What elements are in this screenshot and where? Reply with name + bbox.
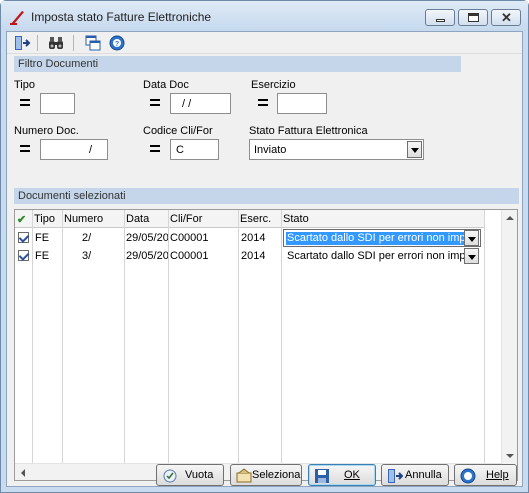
equals-operator-icon[interactable] [20, 145, 30, 152]
tipo-input[interactable] [40, 93, 75, 114]
esercizio-input[interactable] [277, 93, 327, 114]
minimize-button[interactable] [425, 9, 455, 26]
scroll-left-icon[interactable] [21, 469, 25, 477]
windows-icon[interactable] [84, 34, 102, 52]
toolbar: ? [7, 32, 522, 54]
seleziona-button[interactable]: Seleziona [230, 464, 302, 486]
equals-operator-icon[interactable] [150, 145, 160, 152]
stato-fattura-value: Inviato [254, 144, 287, 156]
column-header-stato[interactable]: Stato [283, 213, 309, 225]
close-window-button[interactable]: ✕ [491, 9, 521, 26]
documenti-selezionati-header: Documenti selezionati [14, 188, 519, 204]
exit-icon[interactable] [13, 34, 31, 52]
ok-label: OK [344, 469, 360, 481]
grid-header: ✔ Tipo Numero Data Cli/For Eserc. Stato [15, 210, 485, 228]
equals-operator-icon[interactable] [150, 99, 160, 106]
window-title: Imposta stato Fatture Elettroniche [31, 10, 212, 24]
vertical-scrollbar[interactable] [501, 210, 517, 464]
column-header-check[interactable]: ✔ [17, 213, 26, 226]
scroll-up-icon[interactable] [506, 216, 514, 220]
cell-data: 29/05/20 [126, 232, 168, 244]
cell-eserc: 2014 [241, 232, 266, 244]
cell-stato: Scartato dallo SDI per errori non impu [287, 250, 464, 262]
column-header-tipo[interactable]: Tipo [34, 213, 55, 225]
cell-numero: 2/ [82, 232, 92, 244]
title-bar: Imposta stato Fatture Elettroniche ✕ [1, 1, 528, 31]
tipo-label: Tipo [14, 79, 35, 91]
save-icon [315, 469, 329, 483]
cell-eserc: 2014 [241, 250, 266, 262]
column-header-data[interactable]: Data [126, 213, 149, 225]
chevron-down-icon[interactable] [464, 230, 479, 246]
cell-clifor: C00001 [170, 250, 209, 262]
exit-icon [388, 469, 403, 483]
row-checkbox[interactable] [18, 232, 29, 243]
help-icon[interactable]: ? [108, 34, 126, 52]
equals-operator-icon[interactable] [20, 99, 30, 106]
binoculars-icon[interactable] [47, 34, 65, 52]
help-label: Help [486, 469, 509, 481]
vuota-label: Vuota [185, 469, 214, 481]
table-row[interactable]: FE 2/ 29/05/20 C00001 2014 Scartato dall… [15, 229, 485, 247]
stato-select[interactable]: Scartato dallo SDI per errori non impu [283, 229, 481, 247]
data-doc-label: Data Doc [143, 79, 189, 91]
numero-doc-input[interactable]: / [40, 139, 108, 160]
table-row[interactable]: FE 3/ 29/05/20 C00001 2014 Scartato dall… [15, 247, 485, 265]
help-icon [460, 468, 476, 484]
stato-fattura-label: Stato Fattura Elettronica [249, 125, 368, 137]
chevron-down-icon[interactable] [407, 141, 422, 158]
toolbar-separator [37, 35, 38, 51]
stato-select[interactable]: Scartato dallo SDI per errori non impu [283, 247, 481, 265]
stato-fattura-select[interactable]: Inviato [249, 139, 424, 160]
app-window: Imposta stato Fatture Elettroniche ✕ ? F… [0, 0, 529, 493]
chevron-down-icon[interactable] [464, 248, 479, 264]
column-header-clifor[interactable]: Cli/For [170, 213, 202, 225]
column-header-eserc[interactable]: Eserc. [240, 213, 271, 225]
scroll-down-icon[interactable] [506, 454, 514, 458]
esercizio-label: Esercizio [251, 79, 296, 91]
cell-stato: Scartato dallo SDI per errori non impu [286, 232, 464, 245]
seleziona-icon [236, 468, 252, 483]
annulla-button[interactable]: Annulla [381, 464, 449, 486]
row-checkbox[interactable] [18, 250, 29, 261]
data-doc-input[interactable]: / / [170, 93, 231, 114]
cell-tipo: FE [35, 250, 50, 262]
svg-text:?: ? [115, 41, 119, 48]
column-header-numero[interactable]: Numero [64, 213, 103, 225]
vuota-button[interactable]: Vuota [156, 464, 224, 486]
filtro-documenti-header: Filtro Documenti [14, 56, 461, 72]
app-logo-icon [10, 11, 24, 25]
cell-numero: 3/ [82, 250, 92, 262]
seleziona-label: Seleziona [252, 469, 301, 481]
numero-doc-label: Numero Doc. [14, 125, 79, 137]
toolbar-separator [73, 35, 74, 51]
vuota-icon [163, 469, 177, 483]
annulla-label: Annulla [405, 469, 442, 481]
codice-clifor-input[interactable]: C [170, 139, 219, 160]
help-button[interactable]: Help [454, 464, 517, 486]
cell-clifor: C00001 [170, 232, 209, 244]
maximize-button[interactable] [458, 9, 488, 26]
documenti-grid[interactable]: ✔ Tipo Numero Data Cli/For Eserc. Stato … [14, 209, 518, 481]
cell-tipo: FE [35, 232, 50, 244]
codice-clifor-label: Codice Cli/For [143, 125, 213, 137]
equals-operator-icon[interactable] [258, 99, 268, 106]
ok-button[interactable]: OK [308, 464, 376, 486]
client-area: ? Filtro Documenti Tipo Data Doc / / Ese… [6, 31, 523, 487]
cell-data: 29/05/20 [126, 250, 168, 262]
